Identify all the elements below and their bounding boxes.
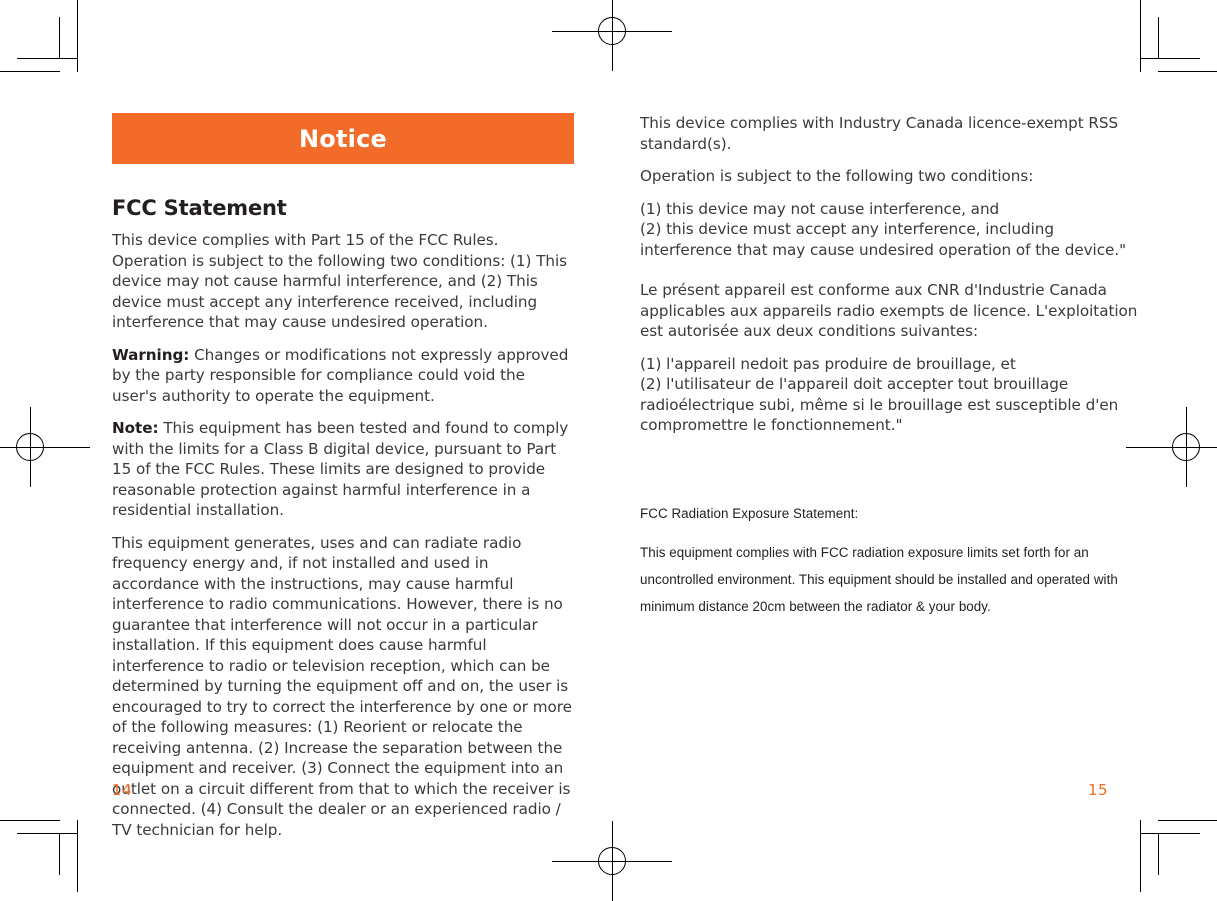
paragraph-text: This device complies with Part 15 of the… bbox=[112, 231, 568, 332]
fcc-paragraph-note: Note: This equipment has been tested and… bbox=[112, 418, 574, 521]
registration-circle bbox=[1172, 433, 1200, 461]
notice-banner: Notice bbox=[112, 113, 574, 164]
crop-mark-bottom-right-inner-horizontal bbox=[1140, 833, 1200, 834]
crop-mark-top-right-outer-horizontal bbox=[1158, 71, 1217, 72]
crop-mark-top-left-inner-horizontal bbox=[17, 58, 77, 59]
paragraph-text: This equipment has been tested and found… bbox=[112, 419, 569, 520]
printed-page-spread: Notice FCC Statement This device complie… bbox=[0, 0, 1217, 901]
fcc-paragraph-interference-measures: This equipment generates, uses and can r… bbox=[112, 533, 574, 841]
ic-paragraph-conditions-french: (1) l'appareil nedoit pas produire de br… bbox=[640, 354, 1119, 435]
warning-lead-label: Warning: bbox=[112, 345, 190, 364]
crop-mark-top-right-inner-vertical bbox=[1158, 17, 1159, 59]
crop-mark-bottom-right-outer-horizontal bbox=[1158, 820, 1217, 821]
crop-mark-top-left-outer-vertical bbox=[77, 0, 78, 72]
fcc-radiation-exposure-block: FCC Radiation Exposure Statement: This e… bbox=[640, 500, 1140, 620]
crop-mark-bottom-left-inner-horizontal bbox=[17, 833, 77, 834]
ic-paragraph-operation-conditions: Operation is subject to the following tw… bbox=[640, 167, 1034, 185]
crop-mark-bottom-right-outer-vertical bbox=[1140, 820, 1141, 892]
page-number-left: 14 bbox=[112, 781, 132, 799]
crop-mark-bottom-left-inner-vertical bbox=[59, 833, 60, 875]
registration-circle bbox=[598, 847, 626, 875]
fcc-statement-heading: FCC Statement bbox=[112, 196, 287, 220]
registration-circle bbox=[598, 17, 626, 45]
registration-crosshair-horizontal bbox=[0, 447, 90, 448]
fcc-paragraph-compliance: This device complies with Part 15 of the… bbox=[112, 230, 574, 333]
crop-mark-bottom-right-inner-vertical bbox=[1158, 833, 1159, 875]
ic-paragraph-conditions-english: (1) this device may not cause interferen… bbox=[640, 199, 1127, 259]
crop-mark-top-left-outer-horizontal bbox=[0, 71, 60, 72]
fcc-paragraph-warning: Warning: Changes or modifications not ex… bbox=[112, 345, 574, 407]
note-lead-label: Note: bbox=[112, 419, 159, 438]
radiation-exposure-heading: FCC Radiation Exposure Statement: bbox=[640, 505, 859, 521]
crop-mark-top-left-inner-vertical bbox=[59, 17, 60, 59]
left-page-column: Notice FCC Statement This device complie… bbox=[112, 113, 574, 840]
page-number-right: 15 bbox=[1088, 781, 1108, 799]
crop-mark-top-right-outer-vertical bbox=[1140, 0, 1141, 72]
notice-banner-title: Notice bbox=[299, 124, 387, 153]
paragraph-text: This equipment generates, uses and can r… bbox=[112, 533, 572, 839]
right-page-column: This device complies with Industry Canad… bbox=[640, 113, 1140, 620]
ic-paragraph-french-intro: Le présent appareil est conforme aux CNR… bbox=[640, 281, 1138, 340]
crop-mark-top-right-inner-horizontal bbox=[1140, 58, 1200, 59]
registration-circle bbox=[16, 433, 44, 461]
radiation-exposure-body: This equipment complies with FCC radiati… bbox=[640, 544, 1118, 614]
ic-paragraph-rss-standard: This device complies with Industry Canad… bbox=[640, 114, 1119, 153]
crop-mark-bottom-left-outer-vertical bbox=[77, 820, 78, 892]
crop-mark-bottom-left-outer-horizontal bbox=[0, 820, 60, 821]
